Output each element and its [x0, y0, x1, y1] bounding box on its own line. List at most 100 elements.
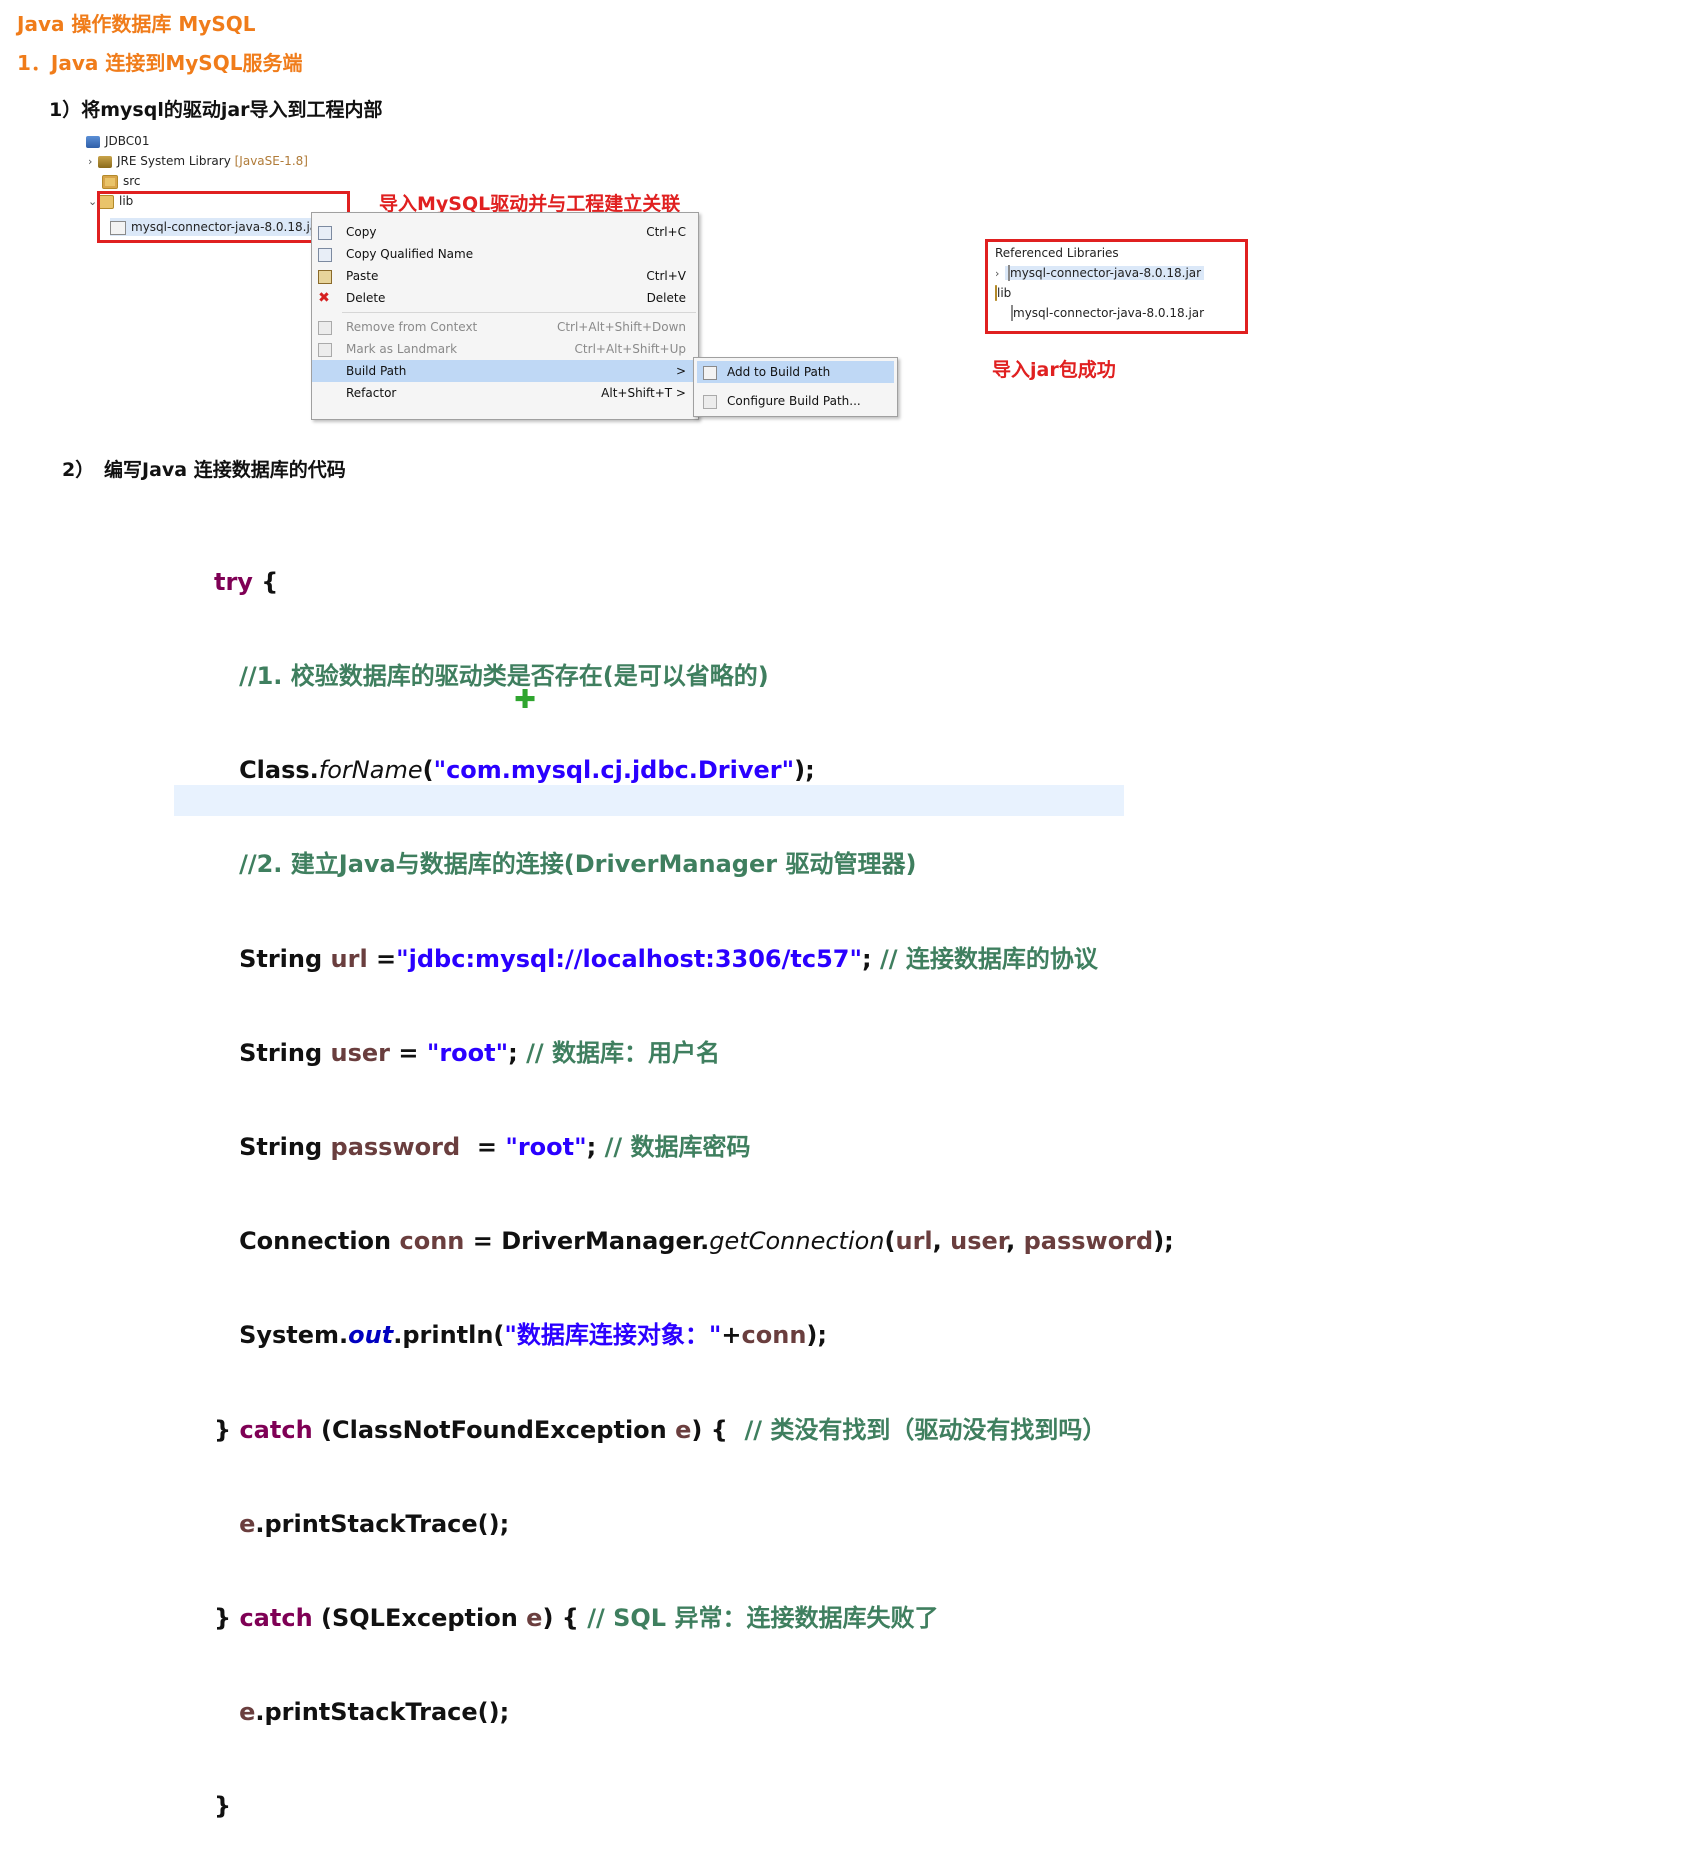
- code-line: }: [214, 1791, 1174, 1822]
- code-text: {: [252, 567, 279, 596]
- code-variable: user: [330, 1038, 390, 1067]
- tree-item-jre[interactable]: › JRE System Library [JavaSE-1.8]: [88, 152, 308, 170]
- code-text: }: [214, 1604, 240, 1633]
- menu-shortcut: Ctrl+Alt+Shift+Up: [574, 342, 686, 356]
- add-build-path-icon: [703, 366, 717, 380]
- build-path-submenu: Add to Build Path Configure Build Path..…: [693, 357, 898, 417]
- code-text: );: [794, 756, 815, 785]
- menu-item-copy-qualified-name[interactable]: Copy Qualified Name: [312, 243, 698, 265]
- context-menu: Copy Ctrl+C Copy Qualified Name Paste Ct…: [311, 212, 699, 420]
- code-text: (: [884, 1227, 896, 1256]
- code-text: .printStackTrace();: [255, 1509, 510, 1538]
- menu-label: Build Path: [346, 364, 407, 378]
- code-text: =: [460, 1133, 506, 1162]
- code-text: ) {: [691, 1415, 745, 1444]
- code-variable: e: [214, 1509, 256, 1538]
- step2-heading: 2） 编写Java 连接数据库的代码: [62, 455, 346, 482]
- code-variable: conn: [399, 1227, 465, 1256]
- code-text: );: [806, 1321, 827, 1350]
- menu-item-delete[interactable]: ✖ Delete Delete: [312, 287, 698, 309]
- annotation-jar-success: 导入jar包成功: [992, 359, 1116, 381]
- code-text: =: [390, 1038, 427, 1067]
- code-line: e.printStackTrace();: [214, 1509, 1174, 1540]
- code-text: );: [1153, 1227, 1174, 1256]
- configure-icon: [703, 395, 717, 409]
- menu-label: Configure Build Path...: [727, 394, 861, 408]
- menu-label: Paste: [346, 269, 379, 283]
- code-comment: // SQL 异常：连接数据库失败了: [587, 1604, 939, 1633]
- code-text: .println(: [393, 1321, 505, 1350]
- submenu-arrow-icon: >: [675, 364, 686, 378]
- code-string: "root": [426, 1038, 509, 1067]
- code-comment: // 类没有找到（驱动没有找到吗）: [744, 1415, 1107, 1444]
- code-comment: // 数据库密码: [604, 1133, 751, 1162]
- code-variable: conn: [741, 1321, 807, 1350]
- menu-separator: [342, 312, 696, 313]
- code-method: getConnection: [709, 1227, 885, 1256]
- menu-shortcut: Ctrl+V: [646, 269, 686, 283]
- menu-item-configure-build-path[interactable]: Configure Build Path...: [697, 390, 894, 412]
- menu-item-mark-as-landmark[interactable]: Mark as Landmark Ctrl+Alt+Shift+Up: [312, 338, 698, 360]
- tree-item-label: JRE System Library: [117, 154, 231, 168]
- code-text: ;: [861, 944, 880, 973]
- code-text: ;: [508, 1038, 527, 1067]
- code-string: "jdbc:mysql://localhost:3306/tc57": [396, 944, 862, 973]
- code-line: String password = "root"; // 数据库密码: [214, 1132, 1174, 1163]
- step2-text: 编写Java 连接数据库的代码: [104, 459, 346, 481]
- code-variable: e: [214, 1698, 256, 1727]
- code-text: }: [214, 1792, 232, 1821]
- chevron-right-icon[interactable]: ›: [88, 153, 98, 171]
- code-comment: // 连接数据库的协议: [879, 944, 1098, 973]
- section-heading: 1．Java 连接到MySQL服务端: [17, 51, 303, 75]
- code-string: "com.mysql.cj.jdbc.Driver": [433, 756, 795, 785]
- tree-item-src[interactable]: src: [102, 172, 141, 190]
- delete-icon: ✖: [318, 290, 330, 306]
- landmark-icon: [318, 343, 332, 357]
- menu-shortcut: Ctrl+C: [646, 225, 686, 239]
- code-variable: url: [895, 1227, 933, 1256]
- menu-item-add-to-build-path[interactable]: Add to Build Path: [697, 361, 894, 383]
- code-line: String user = "root"; // 数据库：用户名: [214, 1038, 1174, 1069]
- menu-label: Delete: [346, 291, 386, 305]
- copy-icon: [318, 226, 332, 240]
- code-line: System.out.println("数据库连接对象："+conn);: [214, 1320, 1174, 1351]
- code-text: ,: [1006, 1227, 1024, 1256]
- code-line: } catch (ClassNotFoundException e) { // …: [214, 1415, 1174, 1446]
- move-cursor-icon: ✚: [514, 685, 536, 715]
- tree-item-label: JDBC01: [105, 134, 150, 148]
- menu-item-paste[interactable]: Paste Ctrl+V: [312, 265, 698, 287]
- code-comment: //1. 校验数据库的驱动类是否存在(是可以省略的): [214, 662, 769, 691]
- step1-heading: 1）将mysql的驱动jar导入到工程内部: [49, 99, 383, 121]
- code-line: Connection conn = DriverManager.getConne…: [214, 1226, 1174, 1257]
- code-line: } catch (SQLException e) { // SQL 异常：连接数…: [214, 1603, 1174, 1634]
- keyword: catch: [239, 1415, 313, 1444]
- code-variable: password: [330, 1133, 461, 1162]
- menu-shortcut: Alt+Shift+T >: [601, 386, 686, 400]
- menu-item-build-path[interactable]: Build Path >: [312, 360, 698, 382]
- step2-number: 2）: [62, 459, 95, 481]
- doc-title: Java 操作数据库 MySQL: [17, 12, 256, 36]
- keyword: catch: [239, 1604, 313, 1633]
- code-text: (SQLException: [312, 1604, 527, 1633]
- menu-item-copy[interactable]: Copy Ctrl+C: [312, 221, 698, 243]
- project-icon: [86, 135, 100, 148]
- keyword: try: [214, 567, 253, 596]
- code-text: ) {: [542, 1604, 588, 1633]
- menu-item-remove-from-context[interactable]: Remove from Context Ctrl+Alt+Shift+Down: [312, 316, 698, 338]
- code-variable: url: [330, 944, 368, 973]
- code-line: e.printStackTrace();: [214, 1697, 1174, 1728]
- menu-shortcut: Delete: [646, 291, 686, 305]
- menu-item-refactor[interactable]: Refactor Alt+Shift+T >: [312, 382, 698, 404]
- library-icon: [98, 155, 112, 168]
- code-comment: // 数据库：用户名: [526, 1038, 720, 1067]
- code-variable: e: [675, 1415, 692, 1444]
- menu-label: Refactor: [346, 386, 397, 400]
- menu-label: Copy: [346, 225, 377, 239]
- tree-item-project[interactable]: JDBC01: [86, 132, 149, 150]
- code-text: System.: [214, 1321, 349, 1350]
- code-line: String url ="jdbc:mysql://localhost:3306…: [214, 944, 1174, 975]
- code-comment: //2. 建立Java与数据库的连接(DriverManager 驱动管理器): [214, 850, 917, 879]
- code-text: String: [214, 1038, 331, 1067]
- code-line: //1. 校验数据库的驱动类是否存在(是可以省略的): [214, 661, 1174, 692]
- menu-label: Add to Build Path: [727, 365, 831, 379]
